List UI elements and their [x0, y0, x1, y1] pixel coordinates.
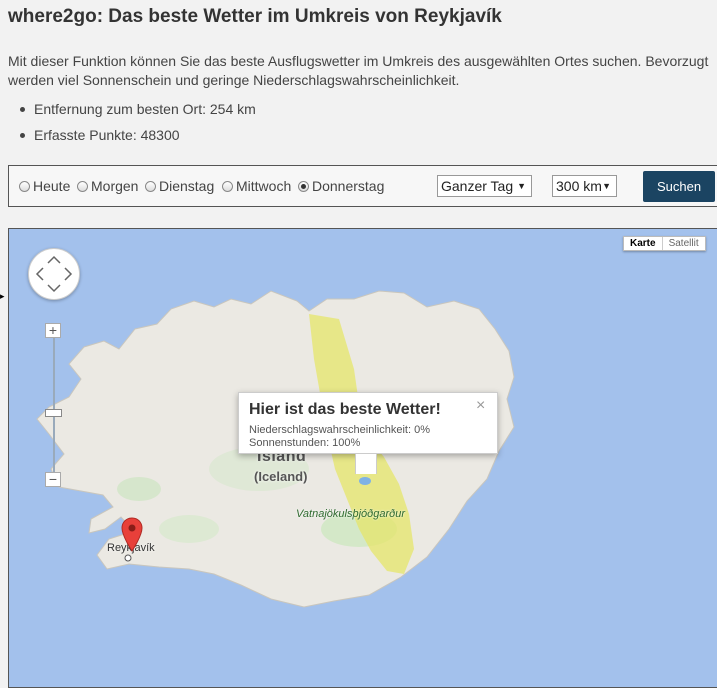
- search-button[interactable]: Suchen: [643, 171, 715, 202]
- park-label: Vatnajökulsþjóðgarður: [296, 508, 406, 520]
- info-window-title: Hier ist das beste Wetter!: [249, 401, 441, 418]
- day-option-donnerstag[interactable]: Donnerstag: [298, 178, 384, 194]
- day-label-heute: Heute: [33, 178, 71, 194]
- day-option-dienstag[interactable]: Dienstag: [145, 178, 214, 194]
- info-window: Hier ist das beste Wetter! Niederschlags…: [238, 392, 498, 474]
- zoom-slider-handle[interactable]: [45, 409, 62, 417]
- radio-dienstag[interactable]: [145, 180, 156, 192]
- country-label-en: (Iceland): [254, 469, 308, 484]
- mouse-cursor-icon: ▸: [0, 291, 5, 301]
- day-label-morgen: Morgen: [91, 178, 139, 194]
- chevron-down-icon: ▼: [602, 181, 611, 191]
- search-form: Heute Morgen Dienstag Mittwoch Donnersta…: [8, 165, 717, 207]
- fact-points: Erfasste Punkte: 48300: [18, 126, 256, 152]
- maptype-map-button[interactable]: Karte: [624, 237, 662, 250]
- time-select[interactable]: Ganzer Tag ▼: [437, 175, 532, 197]
- map-type-control: Karte Satellit: [623, 236, 706, 251]
- zoom-out-button[interactable]: −: [45, 472, 61, 487]
- radio-morgen[interactable]: [77, 180, 88, 192]
- time-select-value: Ganzer Tag: [441, 178, 514, 194]
- pan-control[interactable]: [28, 248, 80, 300]
- day-label-mittwoch: Mittwoch: [236, 178, 292, 194]
- map-pin-icon: [121, 517, 143, 552]
- info-window-sunshine: Sonnenstunden: 100%: [249, 437, 361, 449]
- day-label-dienstag: Dienstag: [159, 178, 215, 194]
- page-title: where2go: Das beste Wetter im Umkreis vo…: [8, 6, 502, 27]
- info-window-pointer: [355, 454, 377, 474]
- info-window-precipitation: Niederschlagswahrscheinlichkeit: 0%: [249, 424, 430, 436]
- pan-arrows-icon: [35, 255, 73, 293]
- facts-list: Entfernung zum besten Ort: 254 km Erfass…: [18, 100, 256, 152]
- map-view[interactable]: Karte Satellit + − Ísland (Iceland) Vatn…: [8, 228, 717, 688]
- chevron-down-icon: ▼: [517, 181, 526, 191]
- radio-donnerstag[interactable]: [298, 180, 309, 192]
- day-option-morgen[interactable]: Morgen: [77, 178, 138, 194]
- radius-select-value: 300 km: [556, 178, 602, 194]
- day-label-donnerstag: Donnerstag: [312, 178, 385, 194]
- radio-mittwoch[interactable]: [222, 180, 233, 192]
- maptype-satellite-button[interactable]: Satellit: [661, 237, 705, 250]
- day-option-heute[interactable]: Heute: [19, 178, 70, 194]
- radio-heute[interactable]: [19, 180, 30, 192]
- location-marker-icon[interactable]: [121, 517, 143, 558]
- intro-text: Mit dieser Funktion können Sie das beste…: [8, 53, 709, 88]
- zoom-in-button[interactable]: +: [45, 323, 61, 338]
- day-option-mittwoch[interactable]: Mittwoch: [222, 178, 291, 194]
- fact-distance: Entfernung zum besten Ort: 254 km: [18, 100, 256, 126]
- radius-select[interactable]: 300 km ▼: [552, 175, 617, 197]
- close-icon[interactable]: ×: [476, 398, 485, 414]
